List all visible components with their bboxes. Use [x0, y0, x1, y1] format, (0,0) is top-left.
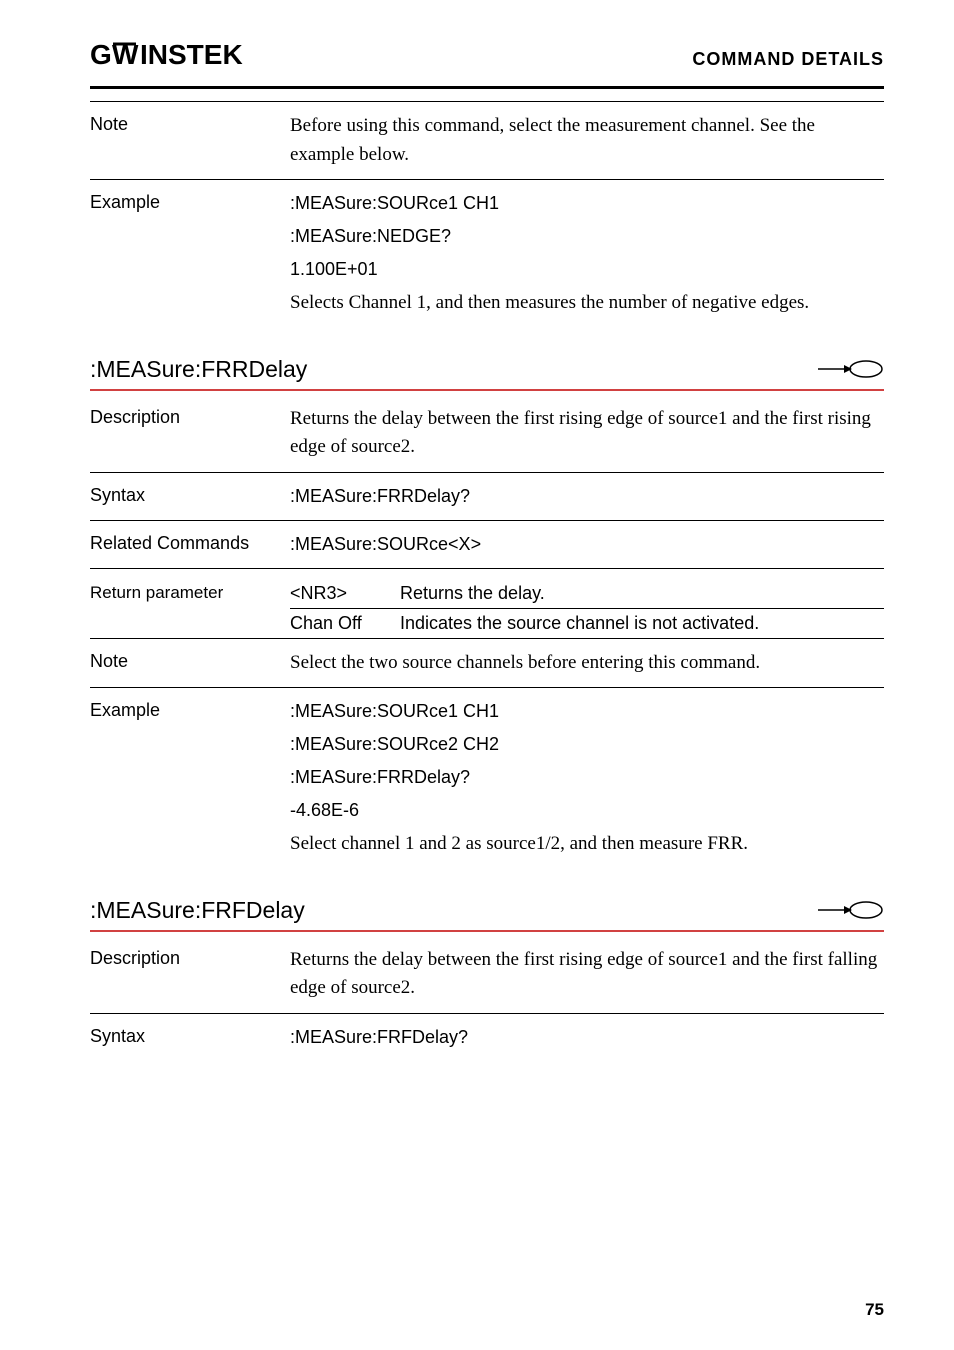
return-name: Chan Off [290, 613, 400, 634]
example-label: Example [90, 190, 290, 318]
page-header: G W INSTEK COMMAND DETAILS [90, 40, 884, 89]
note-text: Before using this command, select the me… [290, 112, 884, 169]
syntax-row: Syntax :MEASure:FRRDelay? [90, 472, 884, 520]
related-value: :MEASure:SOURce<X> [290, 531, 884, 558]
description-label: Description [90, 946, 290, 1003]
description-row: Description Returns the delay between th… [90, 395, 884, 472]
brand-logo: G W INSTEK [90, 40, 270, 78]
syntax-label: Syntax [90, 483, 290, 510]
command-heading: :MEASure:FRFDelay [90, 897, 884, 932]
example-code-line: :MEASure:SOURce1 CH1 [290, 698, 884, 725]
return-param-row: Return parameter <NR3> Returns the delay… [90, 568, 884, 638]
example-code-line: -4.68E-6 [290, 797, 884, 824]
page-number: 75 [865, 1300, 884, 1320]
example-content: :MEASure:SOURce1 CH1 :MEASure:SOURce2 CH… [290, 698, 884, 859]
syntax-label: Syntax [90, 1024, 290, 1051]
svg-text:INSTEK: INSTEK [140, 40, 243, 70]
syntax-row: Syntax :MEASure:FRFDelay? [90, 1013, 884, 1061]
svg-text:G: G [90, 40, 113, 70]
related-label: Related Commands [90, 531, 290, 558]
example-label: Example [90, 698, 290, 859]
note-text: Select the two source channels before en… [290, 649, 884, 678]
note-label: Note [90, 112, 290, 169]
logo-svg: G W INSTEK [90, 40, 270, 70]
command-name: :MEASure:FRRDelay [90, 356, 307, 383]
related-row: Related Commands :MEASure:SOURce<X> [90, 520, 884, 568]
return-param-line: Chan Off Indicates the source channel is… [90, 609, 884, 638]
description-text: Returns the delay between the first risi… [290, 405, 884, 462]
example-code-line: 1.100E+01 [290, 256, 884, 283]
example-code-line: :MEASure:FRRDelay? [290, 764, 884, 791]
return-label-empty [90, 613, 290, 634]
section-title: COMMAND DETAILS [692, 49, 884, 70]
description-label: Description [90, 405, 290, 462]
syntax-value: :MEASure:FRRDelay? [290, 483, 884, 510]
note-row: Note Select the two source channels befo… [90, 638, 884, 688]
command-name: :MEASure:FRFDelay [90, 897, 305, 924]
description-row: Description Returns the delay between th… [90, 936, 884, 1013]
example-code-line: :MEASure:SOURce1 CH1 [290, 190, 884, 217]
syntax-value: :MEASure:FRFDelay? [290, 1024, 884, 1051]
return-label: Return parameter [90, 583, 290, 604]
query-arrow-icon [816, 900, 884, 920]
example-row: Example :MEASure:SOURce1 CH1 :MEASure:SO… [90, 687, 884, 869]
return-param-line: Return parameter <NR3> Returns the delay… [90, 579, 884, 608]
example-code-line: :MEASure:NEDGE? [290, 223, 884, 250]
query-arrow-icon [816, 359, 884, 379]
example-content: :MEASure:SOURce1 CH1 :MEASure:NEDGE? 1.1… [290, 190, 884, 318]
description-text: Returns the delay between the first risi… [290, 946, 884, 1003]
example-row: Example :MEASure:SOURce1 CH1 :MEASure:NE… [90, 179, 884, 328]
note-row: Note Before using this command, select t… [90, 101, 884, 179]
return-desc: Returns the delay. [400, 583, 884, 604]
note-label: Note [90, 649, 290, 678]
return-desc: Indicates the source channel is not acti… [400, 613, 884, 634]
command-heading: :MEASure:FRRDelay [90, 356, 884, 391]
example-code-line: :MEASure:SOURce2 CH2 [290, 731, 884, 758]
example-text: Selects Channel 1, and then measures the… [290, 289, 884, 318]
return-name: <NR3> [290, 583, 400, 604]
example-text: Select channel 1 and 2 as source1/2, and… [290, 830, 884, 859]
